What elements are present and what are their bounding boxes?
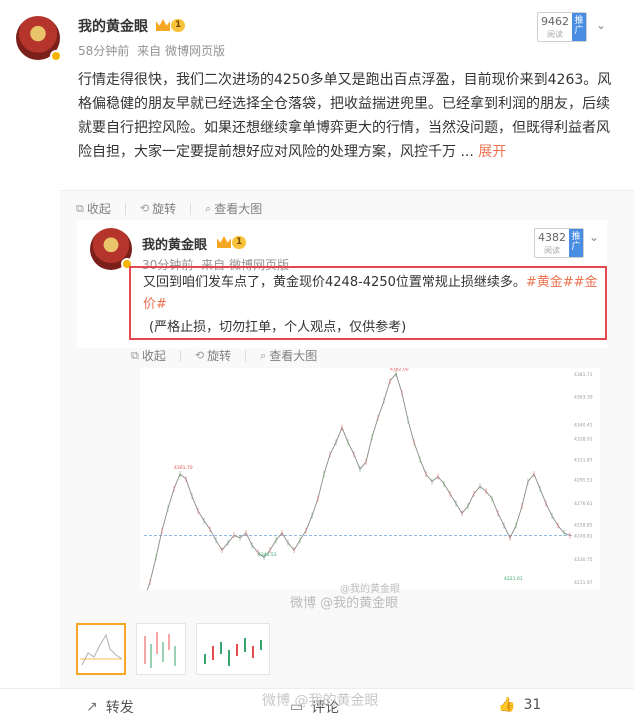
repost-reads-counter: 4382 阅读 推广 <box>534 228 584 258</box>
rotate-label: 旋转 <box>207 349 232 363</box>
reads-label: 阅读 <box>544 246 560 255</box>
thumbnail-3[interactable] <box>196 623 270 675</box>
rotate-button[interactable]: ⟲ 旋转 <box>140 200 176 217</box>
divider <box>179 349 181 362</box>
watermark: 微博 @我的黄金眼 <box>262 693 379 709</box>
repost-body: 又回到咱们发车点了，黄金现价4248-4250位置常规止损继续多。 <box>143 275 526 290</box>
view-large-button[interactable]: ⌕ 查看大图 <box>260 347 317 364</box>
chevron-down-icon[interactable]: ⌄ <box>596 18 606 32</box>
post-body: 行情走得很快，我们二次进场的4250多单又是跑出百点浮盈，目前现价来到4263。… <box>78 72 612 160</box>
repost-note: (严格止损，切勿扛单，个人观点，仅供参考) <box>149 320 407 335</box>
gold-price-chart-image[interactable]: 4381.71 4363.30 4340.45 4328.91 4311.87 4295.… <box>138 367 600 611</box>
watermark: 微博 @我的黄金眼 <box>290 596 399 611</box>
price-axis-label: 4211.97 <box>574 580 593 586</box>
price-axis-label: 4363.30 <box>574 395 593 401</box>
divider <box>190 202 192 215</box>
chevron-down-icon[interactable]: ⌄ <box>589 230 599 244</box>
price-chart: 4381.71 4363.30 4340.45 4328.91 4311.87 4295.… <box>138 367 593 611</box>
collapse-icon: ⧉ <box>76 201 84 215</box>
thumbnail-candles <box>144 632 176 668</box>
price-axis-label: 4295.51 <box>574 478 593 484</box>
price-series-line <box>143 372 571 600</box>
price-axis-label: 4230.75 <box>574 557 593 563</box>
reads-count: 9462 <box>541 15 569 28</box>
forward-button[interactable]: ↗ 转发 <box>86 697 134 714</box>
vip-icon <box>50 50 62 62</box>
collapse-button[interactable]: ⧉ 收起 <box>131 347 166 364</box>
price-annotation: 4221.01 <box>504 576 523 582</box>
thumbnail-1[interactable] <box>76 623 126 675</box>
price-axis-label: 4258.85 <box>574 523 593 529</box>
repost-text: 又回到咱们发车点了，黄金现价4248-4250位置常规止损继续多。#黄金##金价… <box>143 272 603 316</box>
zoom-icon: ⌕ <box>260 348 267 362</box>
post-time[interactable]: 58分钟前 <box>78 44 129 58</box>
divider <box>124 202 126 215</box>
price-axis-label: 4276.61 <box>574 501 593 507</box>
like-button[interactable]: 👍 31 <box>498 697 541 713</box>
view-large-label: 查看大图 <box>214 202 263 216</box>
post-meta: 58分钟前 来自 微博网页版 <box>78 42 229 59</box>
view-large-label: 查看大图 <box>269 349 318 363</box>
post-text: 行情走得很快，我们二次进场的4250多单又是跑出百点浮盈，目前现价来到4263。… <box>78 68 616 164</box>
rotate-button[interactable]: ⟲ 旋转 <box>195 347 231 364</box>
username[interactable]: 我的黄金眼 <box>78 16 148 36</box>
source-prefix: 来自 <box>137 44 162 58</box>
rotate-icon: ⟲ <box>139 202 150 215</box>
thumbnail-candles <box>204 638 262 666</box>
image-toolbar: ⧉ 收起 ⟲ 旋转 ⌕ 查看大图 <box>76 200 262 217</box>
like-count: 31 <box>523 697 542 713</box>
crown-icon <box>156 19 170 31</box>
price-axis-label: 4311.87 <box>574 458 593 464</box>
thumbs-up-icon: 👍 <box>498 697 516 713</box>
image-toolbar: ⧉ 收起 ⟲ 旋转 ⌕ 查看大图 <box>131 347 317 364</box>
expand-link[interactable]: 展开 <box>478 144 506 160</box>
level-badge: 1 <box>171 19 186 32</box>
price-axis-label: 4340.45 <box>574 423 593 429</box>
reads-counter: 9462 阅读 推广 <box>537 12 587 42</box>
promote-button[interactable]: 推广 <box>572 13 586 41</box>
thumbnail-2[interactable] <box>136 623 186 675</box>
view-large-button[interactable]: ⌕ 查看大图 <box>205 200 262 217</box>
price-axis-label: 4381.71 <box>574 372 593 378</box>
price-annotation: 4240.53 <box>258 552 277 558</box>
collapse-label: 收起 <box>141 349 166 363</box>
price-annotation: 4301.70 <box>174 465 193 471</box>
collapse-icon: ⧉ <box>131 348 139 362</box>
price-axis-label: 4249.81 <box>574 534 593 540</box>
forward-label: 转发 <box>105 700 134 714</box>
collapse-button[interactable]: ⧉ 收起 <box>76 200 111 217</box>
post-source: 微博网页版 <box>165 44 226 58</box>
collapse-label: 收起 <box>86 202 111 216</box>
share-icon: ↗ <box>86 699 98 714</box>
level-badge: 1 <box>232 236 247 249</box>
rotate-label: 旋转 <box>152 202 177 216</box>
price-annotation: 4382.00 <box>390 368 409 373</box>
hashtag-gold[interactable]: #黄金# <box>526 275 574 290</box>
repost-username[interactable]: 我的黄金眼 <box>142 234 207 253</box>
zoom-icon: ⌕ <box>205 201 212 215</box>
promote-button[interactable]: 推广 <box>569 229 583 257</box>
reads-count: 4382 <box>538 231 566 244</box>
price-axis-label: 4328.91 <box>574 437 593 443</box>
divider <box>245 349 247 362</box>
image-thumbnails <box>76 623 270 675</box>
thumbnail-chart <box>80 633 123 666</box>
ellipsis: ... <box>460 144 474 160</box>
reads-label: 阅读 <box>547 30 563 39</box>
rotate-icon: ⟲ <box>194 349 205 362</box>
